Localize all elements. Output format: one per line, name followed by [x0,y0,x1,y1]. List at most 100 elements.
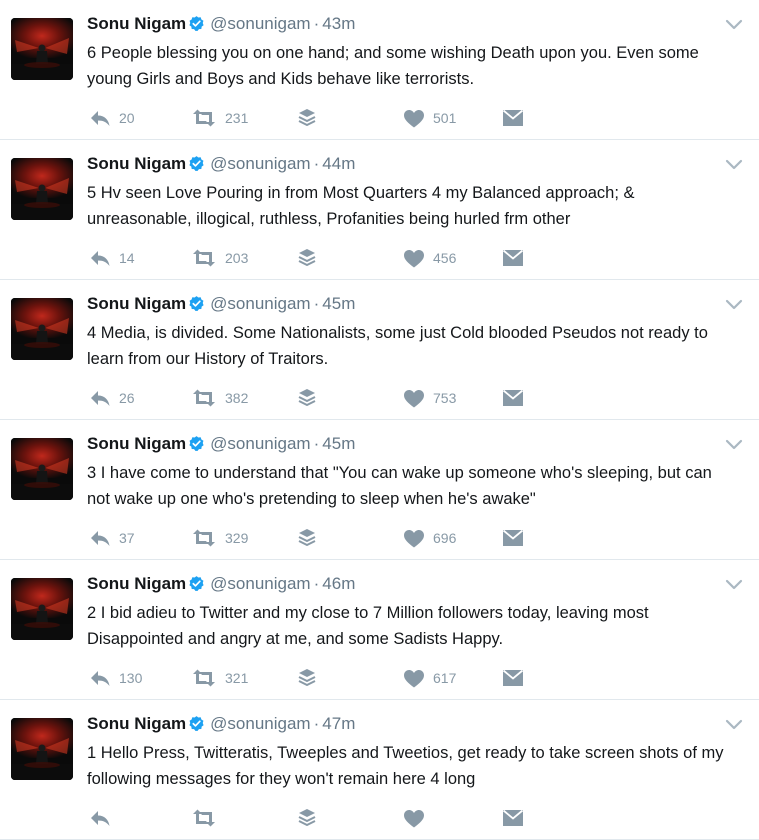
layers-icon [297,808,317,828]
avatar[interactable] [11,298,73,360]
separator: · [313,574,320,593]
tweet-header: Sonu Nigam @sonunigam · 46m [87,572,719,599]
display-name[interactable]: Sonu Nigam [87,154,186,173]
reply-icon [89,389,111,407]
avatar[interactable] [11,158,73,220]
like-button[interactable]: 753 [403,386,456,410]
like-button[interactable]: 696 [403,526,456,550]
tweet-header: Sonu Nigam @sonunigam · 45m [87,432,719,459]
timestamp[interactable]: 44m [322,154,355,173]
like-button[interactable]: 456 [403,246,456,270]
avatar[interactable] [11,578,73,640]
chevron-down-icon[interactable] [725,718,743,730]
retweet-button[interactable]: 329 [191,526,248,550]
timestamp[interactable]: 47m [322,714,355,733]
chevron-down-icon[interactable] [725,578,743,590]
layers-button[interactable] [297,526,317,550]
direct-message-button[interactable] [502,106,524,130]
retweet-button[interactable]: 382 [191,386,248,410]
direct-message-button[interactable] [502,246,524,270]
layers-icon [297,528,317,548]
like-button[interactable]: 501 [403,106,456,130]
handle[interactable]: @sonunigam [210,714,310,733]
separator: · [313,154,320,173]
tweet-actions: 130 321 617 [87,666,759,690]
display-name[interactable]: Sonu Nigam [87,714,186,733]
tweet-text: 5 Hv seen Love Pouring in from Most Quar… [87,184,635,228]
reply-button[interactable] [89,806,119,830]
retweet-count: 203 [225,250,249,266]
tweet[interactable]: Sonu Nigam @sonunigam · 45m 3 I have come t… [0,420,759,560]
tweet[interactable]: Sonu Nigam @sonunigam · 44m 5 Hv seen Love … [0,140,759,280]
timestamp[interactable]: 46m [322,574,355,593]
layers-button[interactable] [297,666,317,690]
tweet-feed: Sonu Nigam @sonunigam · 43m 6 People blessi… [0,0,759,840]
retweet-icon [191,249,217,267]
timestamp[interactable]: 45m [322,294,355,313]
tweet-header: Sonu Nigam @sonunigam · 45m [87,292,719,319]
layers-icon [297,388,317,408]
verified-badge-icon [188,295,205,319]
envelope-icon [502,809,524,827]
reply-button[interactable]: 37 [89,526,135,550]
display-name[interactable]: Sonu Nigam [87,574,186,593]
direct-message-button[interactable] [502,666,524,690]
layers-icon [297,108,317,128]
envelope-icon [502,389,524,407]
avatar[interactable] [11,718,73,780]
heart-icon [403,109,425,128]
chevron-down-icon[interactable] [725,158,743,170]
tweet[interactable]: Sonu Nigam @sonunigam · 43m 6 People blessi… [0,0,759,140]
direct-message-button[interactable] [502,386,524,410]
avatar[interactable] [11,438,73,500]
heart-icon [403,529,425,548]
tweet-text: 3 I have come to understand that "You ca… [87,464,712,508]
tweet[interactable]: Sonu Nigam @sonunigam · 47m 1 Hello Press, … [0,700,759,840]
layers-button[interactable] [297,806,317,830]
separator: · [313,434,320,453]
retweet-count: 231 [225,110,249,126]
display-name[interactable]: Sonu Nigam [87,14,186,33]
reply-button[interactable]: 14 [89,246,135,270]
retweet-button[interactable] [191,806,225,830]
like-button[interactable]: 617 [403,666,456,690]
tweet[interactable]: Sonu Nigam @sonunigam · 45m 4 Media, is div… [0,280,759,420]
chevron-down-icon[interactable] [725,438,743,450]
timestamp[interactable]: 45m [322,434,355,453]
reply-button[interactable]: 26 [89,386,135,410]
layers-button[interactable] [297,106,317,130]
chevron-down-icon[interactable] [725,298,743,310]
like-count: 696 [433,530,457,546]
like-count: 456 [433,250,457,266]
avatar[interactable] [11,18,73,80]
envelope-icon [502,109,524,127]
display-name[interactable]: Sonu Nigam [87,294,186,313]
reply-button[interactable]: 130 [89,666,142,690]
layers-button[interactable] [297,386,317,410]
retweet-button[interactable]: 321 [191,666,248,690]
handle[interactable]: @sonunigam [210,294,310,313]
tweet-header: Sonu Nigam @sonunigam · 43m [87,12,719,39]
chevron-down-icon[interactable] [725,18,743,30]
timestamp[interactable]: 43m [322,14,355,33]
verified-badge-icon [188,435,205,459]
tweet[interactable]: Sonu Nigam @sonunigam · 46m 2 I bid adieu t… [0,560,759,700]
handle[interactable]: @sonunigam [210,574,310,593]
like-button[interactable] [403,806,433,830]
handle[interactable]: @sonunigam [210,434,310,453]
display-name[interactable]: Sonu Nigam [87,434,186,453]
tweet-actions: 20 231 501 [87,106,759,130]
direct-message-button[interactable] [502,806,524,830]
retweet-button[interactable]: 231 [191,106,248,130]
handle[interactable]: @sonunigam [210,154,310,173]
retweet-button[interactable]: 203 [191,246,248,270]
like-count: 753 [433,390,457,406]
reply-button[interactable]: 20 [89,106,135,130]
tweet-text: 4 Media, is divided. Some Nationalists, … [87,324,708,368]
retweet-count: 329 [225,530,249,546]
layers-button[interactable] [297,246,317,270]
handle[interactable]: @sonunigam [210,14,310,33]
verified-badge-icon [188,15,205,39]
direct-message-button[interactable] [502,526,524,550]
retweet-icon [191,109,217,127]
